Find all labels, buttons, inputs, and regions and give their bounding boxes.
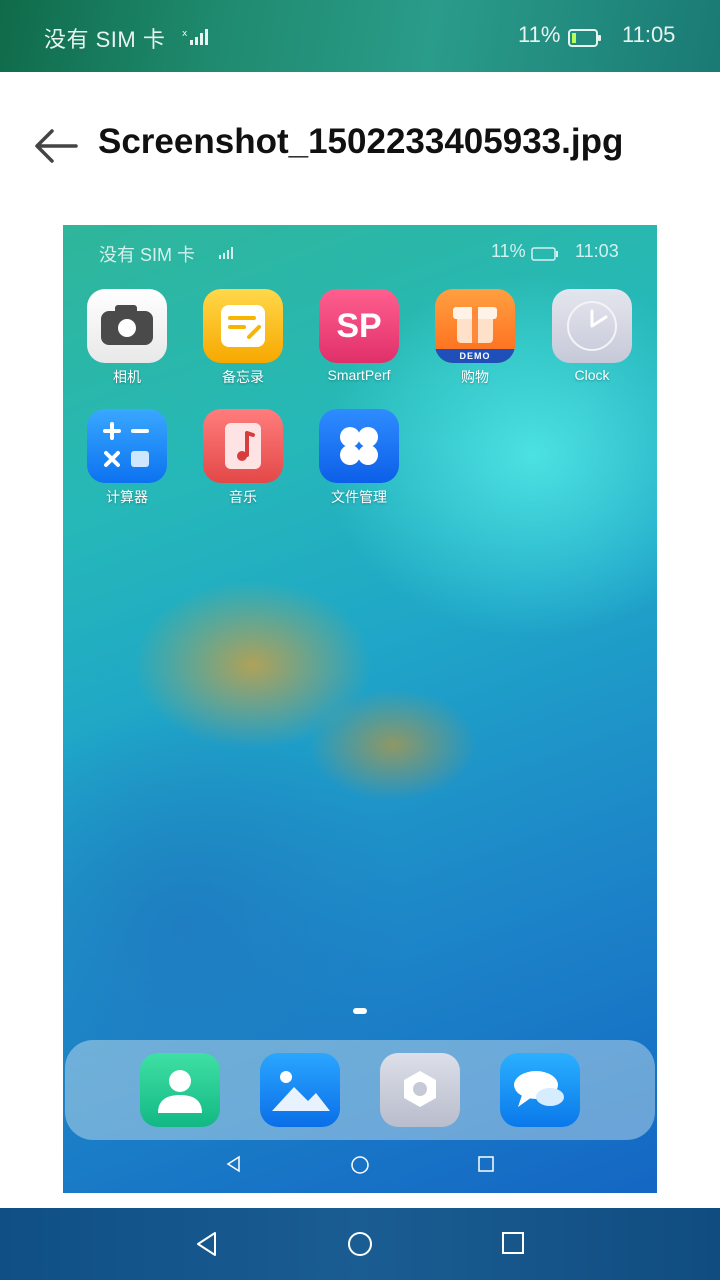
preview-battery-percent: 11% bbox=[491, 241, 526, 261]
demo-badge: DEMO bbox=[435, 349, 515, 363]
smartperf-icon-text: SP bbox=[336, 307, 382, 345]
app-camera: 相机 bbox=[77, 289, 177, 387]
back-arrow-icon bbox=[35, 129, 78, 163]
app-label: 相机 bbox=[113, 369, 141, 385]
app-label: SmartPerf bbox=[327, 367, 391, 383]
smartperf-icon: SP bbox=[319, 289, 399, 363]
app-smartperf: SP SmartPerf bbox=[309, 289, 409, 383]
app-label: 音乐 bbox=[229, 489, 257, 505]
app-label: 购物 bbox=[461, 369, 489, 385]
app-file-manager: 文件管理 bbox=[309, 409, 409, 507]
image-preview[interactable]: 没有 SIM 卡 11% 11:03 相机 备忘录 SP SmartPerf D… bbox=[63, 225, 657, 1193]
app-music: 音乐 bbox=[193, 409, 293, 507]
shopping-icon: DEMO bbox=[435, 289, 515, 363]
viewer-header: Screenshot_1502233405933.jpg bbox=[0, 72, 720, 222]
preview-status-bar: 没有 SIM 卡 11% 11:03 bbox=[63, 225, 657, 277]
file-manager-icon bbox=[319, 409, 399, 483]
app-shopping: DEMO 购物 bbox=[425, 289, 525, 387]
app-label: 计算器 bbox=[106, 489, 148, 505]
preview-signal-icon bbox=[213, 244, 235, 265]
settings-icon bbox=[380, 1053, 460, 1127]
app-notes: 备忘录 bbox=[193, 289, 293, 387]
preview-home-icon bbox=[350, 1155, 370, 1180]
preview-carrier-label: 没有 SIM 卡 bbox=[99, 245, 196, 265]
preview-battery-icon bbox=[531, 245, 559, 266]
nav-back-icon bbox=[197, 1232, 216, 1256]
preview-clock-time: 11:03 bbox=[575, 241, 619, 261]
preview-recents-icon bbox=[477, 1155, 495, 1178]
contacts-icon bbox=[140, 1053, 220, 1127]
preview-back-icon bbox=[225, 1155, 243, 1178]
nav-back-button[interactable] bbox=[194, 1230, 220, 1263]
carrier-label: 没有 SIM 卡 bbox=[44, 27, 166, 52]
status-bar: 没有 SIM 卡 x 11% 11:05 bbox=[0, 0, 720, 72]
file-title: Screenshot_1502233405933.jpg bbox=[98, 122, 624, 161]
preview-dock bbox=[65, 1040, 655, 1140]
app-calculator: 计算器 bbox=[77, 409, 177, 507]
battery-percent: 11% bbox=[518, 22, 561, 47]
gallery-icon bbox=[260, 1053, 340, 1127]
svg-text:x: x bbox=[182, 29, 188, 39]
battery-icon bbox=[568, 27, 602, 53]
music-icon bbox=[203, 409, 283, 483]
nav-recents-icon bbox=[502, 1232, 524, 1254]
nav-home-button[interactable] bbox=[346, 1230, 374, 1263]
preview-nav-bar bbox=[63, 1147, 657, 1183]
signal-icon: x bbox=[182, 26, 208, 52]
calculator-icon bbox=[87, 409, 167, 483]
nav-recents-button[interactable] bbox=[500, 1230, 526, 1261]
app-label: Clock bbox=[574, 367, 610, 383]
messages-icon bbox=[500, 1053, 580, 1127]
clock-icon bbox=[552, 289, 632, 363]
camera-icon bbox=[87, 289, 167, 363]
app-clock: Clock bbox=[542, 289, 642, 383]
app-label: 备忘录 bbox=[222, 369, 264, 385]
system-nav-bar bbox=[0, 1208, 720, 1280]
page-indicator bbox=[353, 1008, 367, 1014]
app-label: 文件管理 bbox=[331, 489, 387, 505]
back-button[interactable] bbox=[30, 124, 82, 168]
clock-time: 11:05 bbox=[622, 22, 676, 47]
notes-icon bbox=[203, 289, 283, 363]
nav-home-icon bbox=[348, 1232, 372, 1256]
